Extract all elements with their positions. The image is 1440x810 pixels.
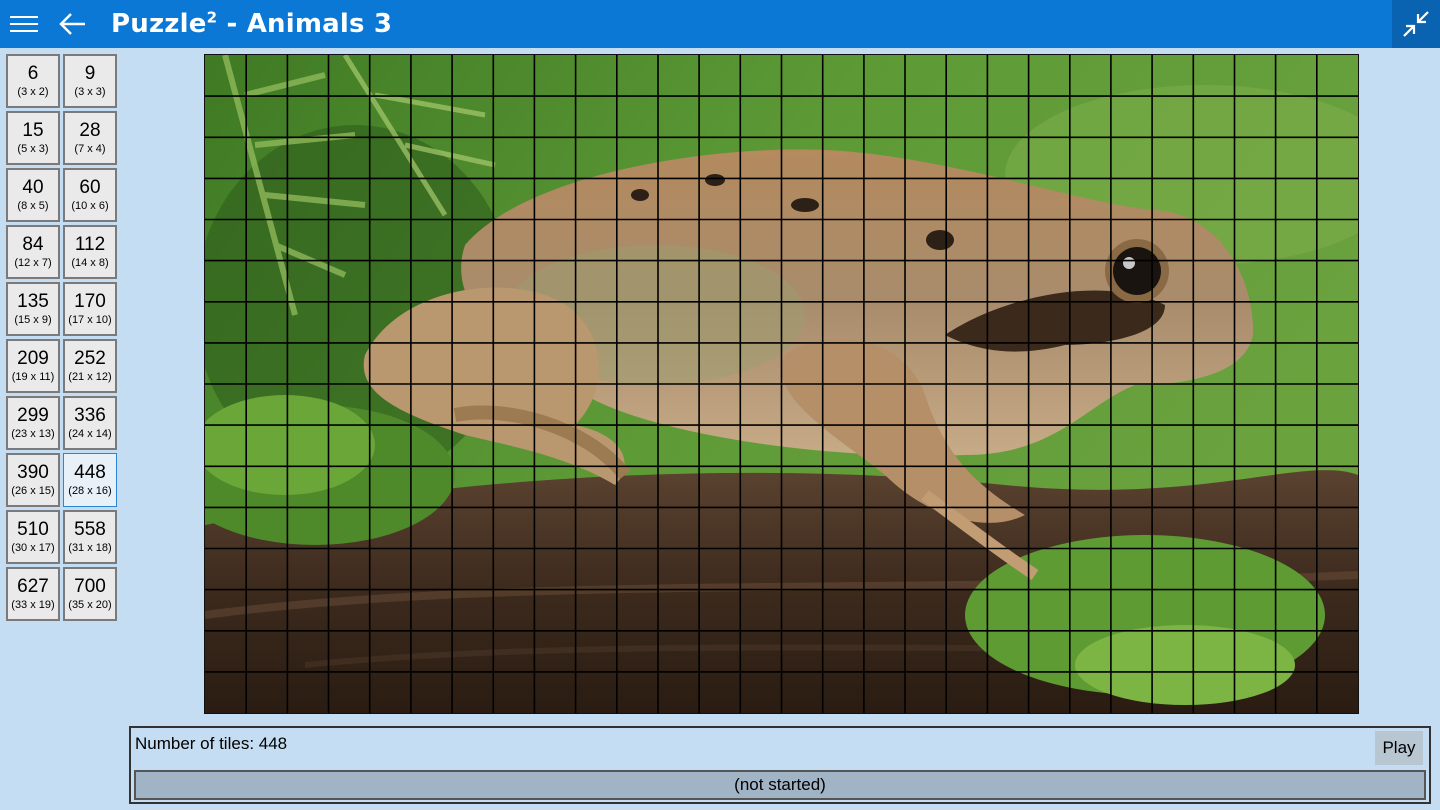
tile-count-value: 15 bbox=[22, 120, 44, 141]
play-button[interactable]: Play bbox=[1375, 731, 1423, 765]
tile-dimensions: (33 x 19) bbox=[11, 599, 55, 611]
tile-dimensions: (15 x 9) bbox=[14, 314, 52, 326]
tile-count-value: 700 bbox=[74, 576, 106, 597]
compact-overlay-icon bbox=[1403, 11, 1429, 37]
tile-count-value: 299 bbox=[17, 405, 49, 426]
tile-count-value: 252 bbox=[74, 348, 106, 369]
tile-dimensions: (10 x 6) bbox=[71, 200, 109, 212]
tile-size-button-336[interactable]: 336 (24 x 14) bbox=[63, 396, 117, 450]
tile-dimensions: (3 x 3) bbox=[74, 86, 106, 98]
tile-dimensions: (17 x 10) bbox=[68, 314, 112, 326]
tile-size-selector: 6 (3 x 2) 9 (3 x 3) 15 (5 x 3) 28 (7 x 4) 40 (8 x… bbox=[6, 54, 118, 621]
tile-count-value: 60 bbox=[79, 177, 101, 198]
tile-dimensions: (35 x 20) bbox=[68, 599, 112, 611]
tile-dimensions: (24 x 14) bbox=[68, 428, 112, 440]
tile-size-button-510[interactable]: 510 (30 x 17) bbox=[6, 510, 60, 564]
tile-size-button-28[interactable]: 28 (7 x 4) bbox=[63, 111, 117, 165]
tile-count-value: 135 bbox=[17, 291, 49, 312]
tile-count-label: Number of tiles: 448 bbox=[135, 734, 288, 753]
tile-dimensions: (12 x 7) bbox=[14, 257, 52, 269]
tile-size-button-390[interactable]: 390 (26 x 15) bbox=[6, 453, 60, 507]
puzzle-board[interactable] bbox=[204, 54, 1359, 714]
tile-size-button-700[interactable]: 700 (35 x 20) bbox=[63, 567, 117, 621]
tile-dimensions: (7 x 4) bbox=[74, 143, 106, 155]
tile-dimensions: (8 x 5) bbox=[17, 200, 49, 212]
tile-size-button-84[interactable]: 84 (12 x 7) bbox=[6, 225, 60, 279]
tile-size-button-299[interactable]: 299 (23 x 13) bbox=[6, 396, 60, 450]
tile-dimensions: (19 x 11) bbox=[11, 371, 55, 383]
tile-dimensions: (3 x 2) bbox=[17, 86, 49, 98]
tile-size-button-209[interactable]: 209 (19 x 11) bbox=[6, 339, 60, 393]
compact-overlay-button[interactable] bbox=[1392, 0, 1440, 48]
tile-size-button-252[interactable]: 252 (21 x 12) bbox=[63, 339, 117, 393]
tile-size-button-40[interactable]: 40 (8 x 5) bbox=[6, 168, 60, 222]
progress-bar: (not started) bbox=[134, 770, 1426, 800]
menu-button[interactable] bbox=[0, 0, 48, 48]
tile-count-value: 336 bbox=[74, 405, 106, 426]
tile-count-value: 84 bbox=[22, 234, 44, 255]
progress-status-text: (not started) bbox=[734, 775, 826, 794]
tile-count-value: 627 bbox=[17, 576, 49, 597]
title-bar: Puzzle2 - Animals 3 bbox=[0, 0, 1440, 48]
back-arrow-icon bbox=[59, 13, 85, 35]
tile-count-value: 510 bbox=[17, 519, 49, 540]
tile-size-button-9[interactable]: 9 (3 x 3) bbox=[63, 54, 117, 108]
tile-size-button-135[interactable]: 135 (15 x 9) bbox=[6, 282, 60, 336]
tile-size-button-448[interactable]: 448 (28 x 16) bbox=[63, 453, 117, 507]
tile-count-value: 40 bbox=[22, 177, 44, 198]
tile-dimensions: (21 x 12) bbox=[68, 371, 112, 383]
tile-count-value: 112 bbox=[74, 234, 106, 255]
tile-size-button-170[interactable]: 170 (17 x 10) bbox=[63, 282, 117, 336]
tile-size-button-112[interactable]: 112 (14 x 8) bbox=[63, 225, 117, 279]
tile-count-value: 209 bbox=[17, 348, 49, 369]
tile-size-button-6[interactable]: 6 (3 x 2) bbox=[6, 54, 60, 108]
page-title: Puzzle2 - Animals 3 bbox=[111, 8, 393, 39]
hamburger-icon bbox=[10, 16, 38, 32]
frog-on-log-image bbox=[205, 55, 1358, 713]
tile-size-button-60[interactable]: 60 (10 x 6) bbox=[63, 168, 117, 222]
tile-count-value: 6 bbox=[27, 63, 39, 84]
tile-dimensions: (23 x 13) bbox=[11, 428, 55, 440]
back-button[interactable] bbox=[48, 0, 96, 48]
tile-dimensions: (30 x 17) bbox=[11, 542, 55, 554]
tile-dimensions: (28 x 16) bbox=[68, 485, 112, 497]
tile-dimensions: (5 x 3) bbox=[17, 143, 49, 155]
status-panel: Number of tiles: 448 Play (not started) bbox=[129, 726, 1431, 804]
tile-count-value: 448 bbox=[74, 462, 106, 483]
tile-count-value: 28 bbox=[79, 120, 101, 141]
tile-size-button-15[interactable]: 15 (5 x 3) bbox=[6, 111, 60, 165]
tile-dimensions: (14 x 8) bbox=[71, 257, 109, 269]
tile-dimensions: (26 x 15) bbox=[11, 485, 55, 497]
tile-dimensions: (31 x 18) bbox=[68, 542, 112, 554]
tile-count-value: 390 bbox=[17, 462, 49, 483]
tile-count-value: 170 bbox=[74, 291, 106, 312]
tile-size-button-558[interactable]: 558 (31 x 18) bbox=[63, 510, 117, 564]
tile-size-button-627[interactable]: 627 (33 x 19) bbox=[6, 567, 60, 621]
tile-count-value: 558 bbox=[74, 519, 106, 540]
tile-count-value: 9 bbox=[84, 63, 96, 84]
